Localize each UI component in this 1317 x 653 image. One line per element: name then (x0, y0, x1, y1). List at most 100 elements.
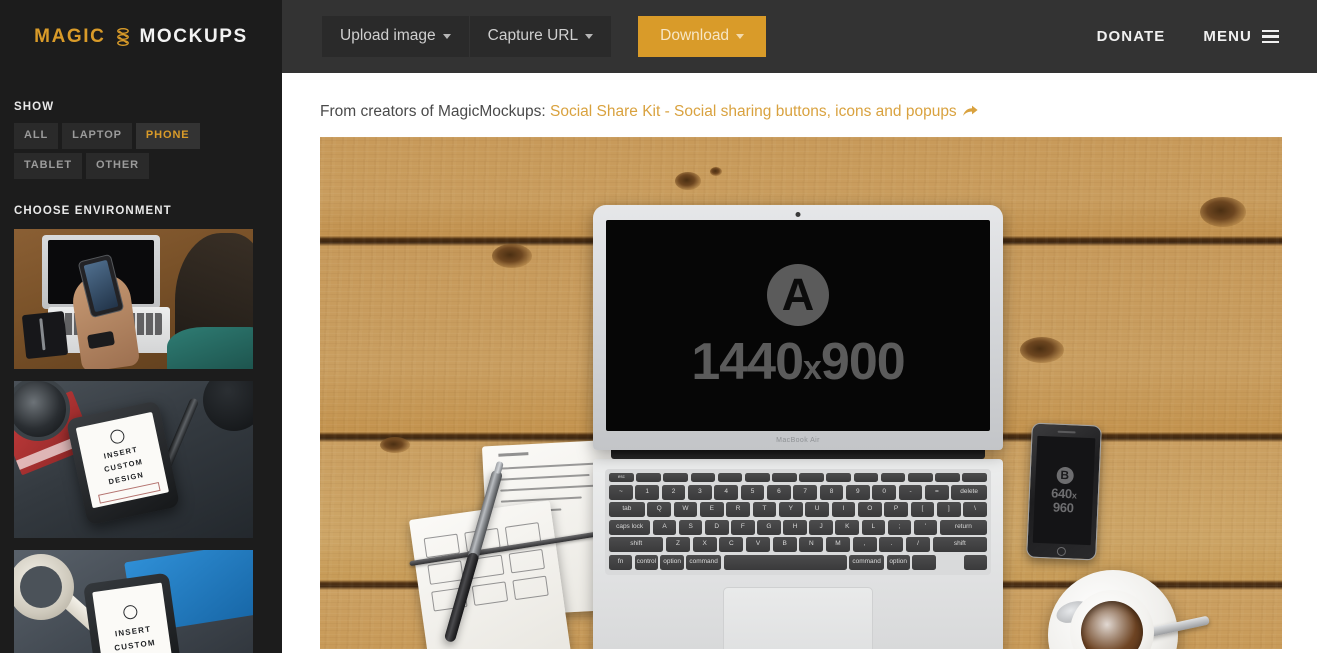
macbook-air-mockup[interactable]: A 1440x900 MacBook Air esc ~ 1 2 3 4 5 6… (593, 205, 1003, 649)
filter-phone[interactable]: PHONE (135, 123, 200, 149)
capture-url-button[interactable]: Capture URL (469, 16, 612, 57)
main-content: From creators of MagicMockups: Social Sh… (282, 73, 1317, 653)
promo-prefix: From creators of MagicMockups: (320, 103, 546, 120)
keyboard-row-function: esc (609, 473, 987, 482)
resolution-height: 900 (820, 332, 906, 391)
show-filter-section: SHOW ALL LAPTOP PHONE TABLET OTHER (0, 101, 282, 179)
environment-section: CHOOSE ENVIRONMENT INSERT CUSTOM DESIGN … (0, 205, 282, 653)
key-f8 (826, 473, 852, 482)
key-command-right: command (849, 554, 885, 570)
menu-button[interactable]: MENU (1203, 28, 1279, 45)
promo-link[interactable]: Social Share Kit - Social sharing button… (550, 103, 978, 120)
laptop-trackpad (723, 586, 873, 649)
key-d: D (704, 519, 729, 535)
wood-knot (675, 172, 701, 190)
key-f11 (907, 473, 933, 482)
iphone-mockup[interactable]: B 640x 960 (1026, 422, 1102, 561)
key-shift-right: shift (932, 537, 987, 552)
key-esc: esc (609, 473, 634, 482)
laptop-base: esc ~ 1 2 3 4 5 6 7 8 9 0 - = delete tab… (593, 459, 1003, 649)
filter-all[interactable]: ALL (14, 123, 59, 149)
key-t: T (752, 502, 777, 517)
key-option-left: option (660, 554, 684, 570)
share-arrow-icon (962, 105, 978, 122)
key-j: J (809, 519, 833, 535)
hamburger-icon (1262, 29, 1279, 44)
top-header: Upload image Capture URL Download DONATE… (282, 0, 1317, 73)
laptop-screen[interactable]: A 1440x900 (606, 220, 990, 431)
key-minus: - (898, 484, 923, 500)
webcam-icon (795, 212, 801, 217)
wood-knot (380, 437, 410, 453)
filter-other[interactable]: OTHER (85, 152, 149, 179)
key-5: 5 (740, 484, 765, 500)
promo-link-text: Social Share Kit - Social sharing button… (550, 103, 957, 120)
key-8: 8 (819, 484, 844, 500)
logo[interactable]: MAGIC MOCKUPS (0, 0, 282, 73)
key-f2 (663, 473, 689, 482)
key-n: N (799, 537, 824, 552)
stacked-coins-icon (115, 27, 131, 47)
key-f12 (935, 473, 960, 482)
filter-laptop[interactable]: LAPTOP (62, 123, 132, 149)
key-q: Q (647, 502, 672, 517)
key-power (962, 473, 987, 482)
key-tilde: ~ (609, 484, 633, 500)
placeholder-letter-badge: B (1055, 466, 1074, 485)
key-backslash: \ (963, 502, 987, 517)
key-slash: / (905, 537, 931, 552)
logo-text-primary: MAGIC (34, 25, 106, 47)
thumbnail-artwork: INSERT CUSTOM (14, 549, 253, 653)
key-f: F (731, 519, 755, 535)
phone-speaker-icon (1057, 430, 1076, 434)
environment-thumbnail-phone-on-slate-with-camera-lens-and-pen[interactable]: INSERT CUSTOM DESIGN (14, 380, 253, 538)
phone-screen[interactable]: B 640x 960 (1032, 435, 1096, 546)
key-equals: = (924, 484, 949, 500)
key-l: L (861, 519, 886, 535)
key-shift-left: shift (609, 537, 664, 552)
environment-thumbnail-phone-with-measuring-tape-and-blue-fabric[interactable]: INSERT CUSTOM (14, 549, 253, 653)
resolution-separator: x (1071, 490, 1077, 501)
show-heading: SHOW (14, 101, 55, 113)
upload-image-label: Upload image (340, 27, 436, 44)
chevron-down-icon (442, 33, 451, 39)
key-command-left: command (686, 554, 722, 570)
chevron-down-icon (736, 33, 745, 39)
key-9: 9 (845, 484, 870, 500)
key-6: 6 (766, 484, 791, 500)
coffee-liquid (1081, 601, 1143, 649)
placeholder-letter-badge: A (767, 263, 829, 326)
mockup-preview[interactable]: A 1440x900 MacBook Air esc ~ 1 2 3 4 5 6… (320, 137, 1282, 649)
donate-link[interactable]: DONATE (1097, 28, 1166, 45)
key-period: . (879, 537, 904, 552)
environment-thumbnail-desk-with-laptop-and-hand-holding-phone[interactable] (14, 228, 253, 369)
key-g: G (757, 519, 781, 535)
key-a: A (652, 519, 677, 535)
header-links: DONATE MENU (1097, 28, 1279, 45)
laptop-brand-label: MacBook Air (776, 437, 820, 444)
key-p: P (884, 502, 909, 517)
filter-tablet[interactable]: TABLET (14, 152, 82, 179)
key-bracket-right: ] (936, 502, 961, 517)
resolution-separator: x (803, 348, 822, 387)
thumbnail-artwork (14, 228, 253, 369)
key-f7 (799, 473, 824, 482)
laptop-keyboard: esc ~ 1 2 3 4 5 6 7 8 9 0 - = delete tab… (605, 469, 991, 575)
download-button[interactable]: Download (638, 16, 767, 57)
key-2: 2 (661, 484, 686, 500)
magic-mockups-app: MAGIC MOCKUPS SHOW ALL LAPTOP PHONE TABL… (0, 0, 1317, 653)
wood-knot (1200, 197, 1246, 227)
environment-heading: CHOOSE ENVIRONMENT (14, 204, 172, 217)
coffee-cup (1048, 570, 1210, 649)
key-v: V (745, 537, 771, 552)
phone-body: B 640x 960 (1026, 422, 1102, 561)
resolution-height: 960 (1052, 499, 1075, 515)
key-0: 0 (872, 484, 897, 500)
download-label: Download (660, 27, 730, 44)
keyboard-row-home: caps lock A S D F G H J K L ; ' return (609, 519, 987, 535)
key-f10 (880, 473, 906, 482)
keyboard-row-bottom: shift Z X C V B N M , . / shift (609, 537, 987, 552)
key-4: 4 (714, 484, 739, 500)
upload-image-button[interactable]: Upload image (322, 16, 469, 57)
key-space (723, 554, 847, 570)
